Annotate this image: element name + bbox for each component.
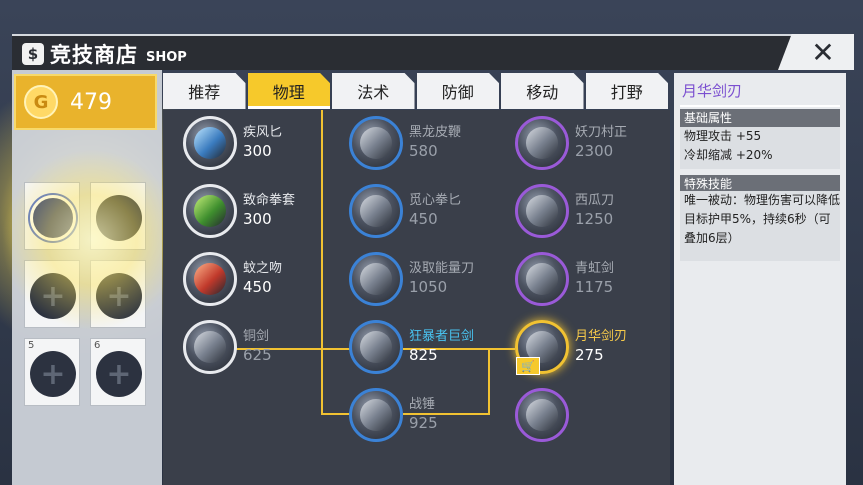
money-bag-icon: $	[22, 43, 44, 65]
gold-balance: G 479	[14, 74, 157, 130]
gold-amount: 479	[70, 89, 112, 115]
tab-movement[interactable]: 移动	[501, 73, 584, 109]
gold-coin-icon: G	[24, 85, 58, 119]
gauntlet-icon	[183, 184, 237, 238]
plus-icon: +	[96, 273, 142, 319]
tab-recommend[interactable]: 推荐	[163, 73, 246, 109]
tab-magic[interactable]: 法术	[332, 73, 415, 109]
basic-attributes: 物理攻击 +55 冷却缩减 +20%	[680, 127, 840, 169]
item-card[interactable]: 疾风匕 300	[183, 116, 282, 170]
item-card[interactable]: 觅心拳匕 450	[349, 184, 461, 238]
energy-blade-icon	[349, 252, 403, 306]
tab-physical[interactable]: 物理	[247, 73, 330, 109]
sword-icon	[183, 320, 237, 374]
plus-icon: +	[30, 351, 76, 397]
shop-title: 竞技商店	[50, 43, 138, 67]
rainbow-sword-icon	[515, 252, 569, 306]
item-card[interactable]: 战锤 925	[349, 388, 438, 442]
item-card-selected[interactable]: 🛒 月华剑刃 275	[515, 320, 627, 375]
hammer-icon	[349, 388, 403, 442]
item-card[interactable]: 铜剑 625	[183, 320, 272, 374]
empty-slot-icon	[96, 195, 142, 241]
close-icon: ✕	[811, 35, 835, 69]
dagger-icon	[183, 116, 237, 170]
item-card[interactable]: 汲取能量刀 1050	[349, 252, 474, 306]
basic-attributes-header: 基础属性	[680, 109, 840, 127]
equipment-slot-5[interactable]: 5 +	[24, 338, 80, 406]
item-card[interactable]: 致命拳套 300	[183, 184, 295, 238]
item-card[interactable]: 黑龙皮鞭 580	[349, 116, 461, 170]
item-grid: 疾风匕 300 致命拳套 300 蚊之吻 450 铜剑 625 黑龙皮鞭 580 觅心拳匕…	[163, 110, 670, 485]
item-detail-panel: 月华剑刃 基础属性 物理攻击 +55 冷却缩减 +20% 特殊技能 唯一被动：物…	[674, 73, 846, 485]
greatsword-icon	[349, 320, 403, 374]
katana-icon	[515, 116, 569, 170]
divider	[680, 105, 840, 107]
tree-line	[321, 413, 351, 415]
close-button[interactable]: ✕	[778, 34, 854, 70]
weapon-icon	[515, 388, 569, 442]
detail-title: 月华剑刃	[682, 82, 743, 100]
equipment-slot-1[interactable]	[24, 182, 80, 250]
machete-icon	[515, 184, 569, 238]
blade-icon	[183, 252, 237, 306]
plus-icon: +	[30, 273, 76, 319]
shop-header: $ 竞技商店 SHOP ✕	[12, 34, 854, 70]
plus-icon: +	[96, 351, 142, 397]
shop-title-en: SHOP	[146, 49, 187, 65]
whip-icon	[349, 116, 403, 170]
special-skill-text: 唯一被动：物理伤害可以降低目标护甲5%，持续6秒（可叠加6层）	[680, 191, 840, 261]
inventory-panel: G 479 + + 5 + 6 +	[12, 70, 162, 485]
equipment-slot-3[interactable]: +	[24, 260, 80, 328]
equipment-slot-2[interactable]	[90, 182, 146, 250]
category-tabs: 推荐 物理 法术 防御 移动 打野	[163, 73, 670, 109]
equipment-slot-6[interactable]: 6 +	[90, 338, 146, 406]
item-card[interactable]: 蚊之吻 450	[183, 252, 282, 306]
tree-line	[321, 110, 323, 415]
item-card[interactable]: 妖刀村正 2300	[515, 116, 627, 170]
title-group: $ 竞技商店 SHOP	[22, 39, 187, 69]
item-card[interactable]: 狂暴者巨剑 825	[349, 320, 474, 374]
moon-blade-icon: 🛒	[515, 320, 569, 375]
equipment-slot-4[interactable]: +	[90, 260, 146, 328]
fist-blade-icon	[349, 184, 403, 238]
tab-defense[interactable]: 防御	[416, 73, 499, 109]
tree-line	[488, 348, 490, 414]
item-card[interactable]: 青虹剑 1175	[515, 252, 614, 306]
cart-icon: 🛒	[516, 357, 540, 375]
selected-slot-icon	[30, 195, 76, 241]
item-card[interactable]	[515, 388, 569, 442]
tab-jungle[interactable]: 打野	[585, 73, 668, 109]
item-card[interactable]: 西瓜刀 1250	[515, 184, 614, 238]
